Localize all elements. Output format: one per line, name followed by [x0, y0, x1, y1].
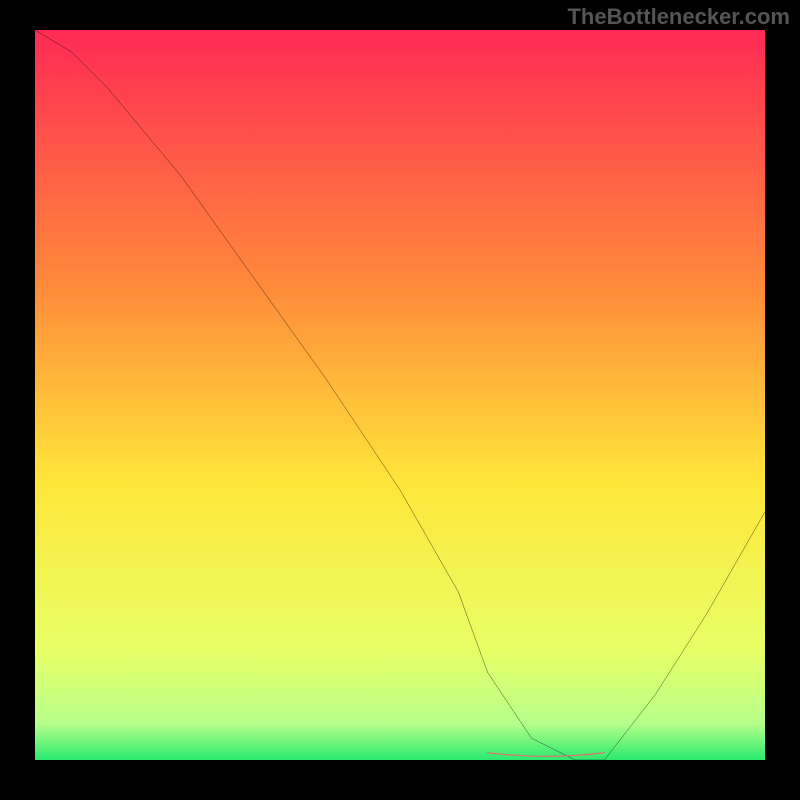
chart-area	[35, 30, 765, 760]
watermark-text: TheBottlenecker.com	[567, 4, 790, 30]
bottleneck-curve	[35, 30, 765, 760]
